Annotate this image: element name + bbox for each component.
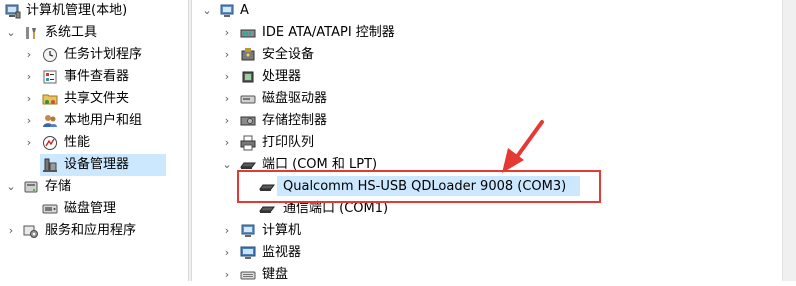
ide-controller-icon xyxy=(240,25,256,41)
tree-item-local-users-groups[interactable]: › 本地用户和组 xyxy=(0,110,188,132)
chevron-right-icon[interactable]: › xyxy=(24,88,34,110)
tree-item-label: 打印队列 xyxy=(262,135,315,150)
chevron-down-icon[interactable]: ⌄ xyxy=(202,0,212,22)
tree-item-label: A xyxy=(240,3,249,18)
device-category-processor[interactable]: › 处理器 xyxy=(192,66,772,88)
chevron-down-icon[interactable]: ⌄ xyxy=(6,22,16,44)
tree-item-shared-folders[interactable]: › 共享文件夹 xyxy=(0,88,188,110)
security-device-icon xyxy=(240,47,256,63)
chevron-down-icon[interactable]: ⌄ xyxy=(222,154,232,176)
storage-icon xyxy=(23,179,39,195)
tree-item-label: 磁盘驱动器 xyxy=(262,91,328,106)
processor-icon xyxy=(240,69,256,85)
tree-item-disk-management[interactable]: 磁盘管理 xyxy=(0,198,188,220)
device-tree-root[interactable]: ⌄ A xyxy=(192,0,772,22)
device-category-monitor[interactable]: › 监视器 xyxy=(192,242,772,264)
chevron-right-icon[interactable]: › xyxy=(24,44,34,66)
chevron-right-icon[interactable]: › xyxy=(24,110,34,132)
tree-item-label: 任务计划程序 xyxy=(64,47,143,62)
tree-item-storage[interactable]: ⌄ 存储 xyxy=(0,176,188,198)
disk-management-icon xyxy=(42,201,58,217)
chevron-right-icon[interactable]: › xyxy=(222,242,232,264)
tree-item-label: 系统工具 xyxy=(45,25,98,40)
tree-item-label: 磁盘管理 xyxy=(64,201,117,216)
chevron-right-icon[interactable]: › xyxy=(222,132,232,154)
tree-item-label: 处理器 xyxy=(262,69,302,84)
users-icon xyxy=(42,113,58,129)
tree-item-event-viewer[interactable]: › 事件查看器 xyxy=(0,66,188,88)
monitor-icon xyxy=(240,245,256,261)
tree-item-label: 安全设备 xyxy=(262,47,315,62)
tree-item-system-tools[interactable]: ⌄ 系统工具 xyxy=(0,22,188,44)
chevron-right-icon[interactable]: › xyxy=(222,220,232,242)
computer-management-icon xyxy=(5,3,21,19)
shared-folder-icon xyxy=(42,91,58,107)
device-category-disk-drive[interactable]: › 磁盘驱动器 xyxy=(192,88,772,110)
services-icon xyxy=(23,223,39,239)
device-category-ide[interactable]: › IDE ATA/ATAPI 控制器 xyxy=(192,22,772,44)
chevron-right-icon[interactable]: › xyxy=(222,88,232,110)
console-tree-pane: 计算机管理(本地) ⌄ 系统工具 › 任务计划程序 › 事件查看器 › 共享文件… xyxy=(0,0,188,281)
chevron-right-icon[interactable]: › xyxy=(6,220,16,242)
tree-item-label: 性能 xyxy=(64,135,91,150)
tree-item-label: 本地用户和组 xyxy=(64,113,143,128)
chevron-down-icon[interactable]: ⌄ xyxy=(6,176,16,198)
event-viewer-icon xyxy=(42,69,58,85)
port-device-icon xyxy=(259,201,275,217)
chevron-right-icon[interactable]: › xyxy=(222,110,232,132)
tree-item-label: IDE ATA/ATAPI 控制器 xyxy=(262,25,395,40)
tree-item-label: 存储控制器 xyxy=(262,113,328,128)
tree-item-label: 计算机管理(本地) xyxy=(26,3,128,18)
device-category-computer[interactable]: › 计算机 xyxy=(192,220,772,242)
tree-item-label: 共享文件夹 xyxy=(64,91,130,106)
vertical-scrollbar[interactable] xyxy=(782,0,796,281)
tree-item-label: 监视器 xyxy=(262,245,302,260)
chevron-right-icon[interactable]: › xyxy=(222,44,232,66)
device-manager-icon xyxy=(42,157,58,173)
chevron-right-icon[interactable]: › xyxy=(222,22,232,44)
tree-item-label: 计算机 xyxy=(262,223,302,238)
device-category-keyboard[interactable]: › 键盘 xyxy=(192,264,772,286)
performance-icon xyxy=(42,135,58,151)
tree-item-label: 存储 xyxy=(45,179,72,194)
printer-icon xyxy=(240,135,256,151)
annotation-arrow-icon xyxy=(502,120,544,173)
tree-item-computer-management[interactable]: 计算机管理(本地) xyxy=(0,0,188,22)
chevron-right-icon[interactable]: › xyxy=(24,66,34,88)
tree-item-performance[interactable]: › 性能 xyxy=(0,132,188,154)
tree-item-label: 键盘 xyxy=(262,267,289,282)
storage-controller-icon xyxy=(240,113,256,129)
tools-icon xyxy=(23,25,39,41)
tree-item-services-applications[interactable]: › 服务和应用程序 xyxy=(0,220,188,242)
chevron-right-icon[interactable]: › xyxy=(222,264,232,286)
disk-drive-icon xyxy=(240,91,256,107)
device-tree-pane: ⌄ A › IDE ATA/ATAPI 控制器 › 安全设备 › 处理器 › 磁… xyxy=(192,0,782,282)
tree-item-label: 事件查看器 xyxy=(64,69,130,84)
tree-item-label: 服务和应用程序 xyxy=(45,223,137,238)
computer-icon xyxy=(219,3,235,19)
tree-item-device-manager[interactable]: 设备管理器 xyxy=(40,154,166,176)
clock-icon xyxy=(42,47,58,63)
computer-icon xyxy=(240,223,256,239)
device-category-print-queue[interactable]: › 打印队列 xyxy=(192,132,772,154)
tree-item-label: 设备管理器 xyxy=(64,157,130,172)
device-category-storage-controller[interactable]: › 存储控制器 xyxy=(192,110,772,132)
device-category-security[interactable]: › 安全设备 xyxy=(192,44,772,66)
chevron-right-icon[interactable]: › xyxy=(24,132,34,154)
tree-item-task-scheduler[interactable]: › 任务计划程序 xyxy=(0,44,188,66)
chevron-right-icon[interactable]: › xyxy=(222,66,232,88)
